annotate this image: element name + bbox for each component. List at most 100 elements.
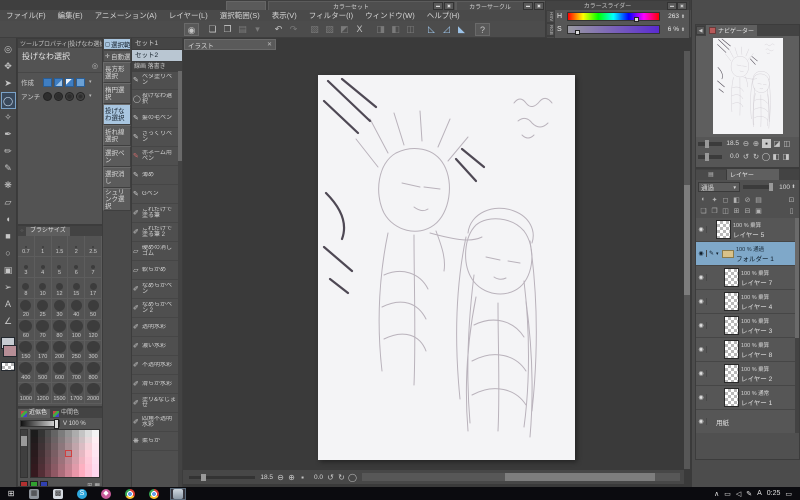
layer-select-tool[interactable]: ➢: [1, 279, 16, 296]
slider-track[interactable]: [567, 25, 660, 35]
brush-size-cell[interactable]: 40: [68, 299, 86, 320]
color-cell[interactable]: [58, 430, 65, 437]
color-cell[interactable]: [44, 443, 52, 451]
brush-size-cell[interactable]: 800: [85, 362, 102, 383]
color-cell[interactable]: [65, 450, 72, 457]
brush-size-cell[interactable]: 15: [68, 278, 86, 299]
actual-size-icon[interactable]: ◪: [772, 139, 782, 148]
color-cell[interactable]: [65, 463, 72, 471]
color-cell[interactable]: [44, 470, 52, 477]
menu-item-0[interactable]: ファイル(F): [0, 10, 52, 21]
menu-item-7[interactable]: ウィンドウ(W): [359, 10, 421, 21]
color-cell[interactable]: [51, 450, 59, 457]
color-mode-tab-hsv[interactable]: HSV: [546, 10, 555, 23]
subtool-item[interactable]: ✎ 薄め: [132, 166, 178, 185]
lock-layer-icon[interactable]: ◻: [720, 196, 731, 204]
brush-size-cell[interactable]: 0.7: [18, 236, 35, 257]
scrollbar-thumb[interactable]: [178, 71, 182, 161]
antialias-mid-icon[interactable]: [65, 91, 74, 101]
antialias-none-icon[interactable]: [43, 91, 52, 101]
hand-tool[interactable]: ✥: [1, 58, 16, 75]
help-icon[interactable]: ?: [475, 22, 490, 36]
subtool-item[interactable]: ✐ 滑らか水彩: [132, 375, 178, 394]
canvas-paper[interactable]: [318, 75, 575, 460]
fit-screen-icon[interactable]: ▪: [297, 473, 308, 482]
mode-select-from-icon[interactable]: [76, 77, 85, 87]
color-cell[interactable]: [51, 443, 59, 451]
color-cell[interactable]: [44, 436, 52, 444]
subtool-scrollbar[interactable]: [178, 71, 182, 487]
color-cell[interactable]: [71, 430, 79, 437]
subtool-item[interactable]: ✎ ざっくりペン: [132, 128, 178, 147]
subtool-item[interactable]: ✐ 濃い水彩: [132, 337, 178, 356]
color-cell[interactable]: [85, 463, 93, 471]
color-cell[interactable]: [65, 430, 72, 437]
color-cell[interactable]: [65, 456, 72, 464]
brush-size-cell[interactable]: 7: [85, 257, 102, 278]
brush-size-cell[interactable]: 400: [18, 362, 35, 383]
tray-volume-icon[interactable]: ◁: [736, 490, 741, 498]
document-tab[interactable]: イラスト ✕: [184, 39, 276, 50]
zoom-tool[interactable]: ◎: [1, 41, 16, 58]
layer-thumbnail[interactable]: [724, 316, 739, 335]
color-cell[interactable]: [65, 436, 72, 444]
layers-tab[interactable]: レイヤー: [727, 169, 779, 180]
subtool-item[interactable]: ❋ 柔らか: [132, 432, 178, 451]
ruler-tool[interactable]: ∠: [1, 313, 16, 330]
color-cell[interactable]: [51, 463, 59, 471]
layer-row[interactable]: ◉ 100 % 乗算 レイヤー 2: [696, 362, 795, 386]
subtool-item[interactable]: ✐ 不透明水彩: [132, 356, 178, 375]
opacity-slider[interactable]: [743, 183, 773, 191]
new-layer-icon[interactable]: ❏: [698, 207, 709, 215]
snap-ruler-icon[interactable]: ◨: [373, 23, 388, 36]
close-icon[interactable]: ▣: [534, 2, 544, 10]
menu-item-1[interactable]: 編集(E): [52, 10, 89, 21]
apply-mask-icon[interactable]: ▣: [753, 207, 764, 215]
color-cell[interactable]: [71, 436, 79, 444]
enable-mask-icon[interactable]: ⊘: [742, 196, 753, 204]
color-cell[interactable]: [58, 470, 65, 477]
color-cell[interactable]: [71, 456, 79, 464]
rotate-ccw-icon[interactable]: ↺: [741, 152, 751, 161]
invert-selection-icon[interactable]: ◩: [337, 23, 352, 36]
color-set-tab[interactable]: 中間色: [50, 409, 82, 418]
figure-tool[interactable]: ○: [1, 245, 16, 262]
tray-display-icon[interactable]: ▭: [724, 490, 731, 498]
color-cell[interactable]: [51, 436, 59, 444]
color-cell[interactable]: [92, 450, 99, 457]
redo-icon[interactable]: ↷: [286, 23, 301, 36]
slider-knob[interactable]: [575, 30, 581, 35]
color-cell[interactable]: [58, 436, 65, 444]
pen-tool[interactable]: ✒: [1, 126, 16, 143]
brush-size-cell[interactable]: 1700: [68, 383, 86, 404]
color-cell[interactable]: [58, 450, 65, 457]
subtool-item[interactable]: ✐ 塗り&なじませ: [132, 394, 178, 413]
color-cell[interactable]: [92, 456, 99, 464]
open-file-icon[interactable]: ❐: [220, 23, 235, 36]
eye-icon[interactable]: ◉: [696, 226, 707, 233]
reset-rotate-icon[interactable]: ◯: [761, 152, 771, 161]
brush-size-cell[interactable]: 100: [68, 320, 86, 341]
color-cell[interactable]: [78, 430, 86, 437]
navigator-preview-area[interactable]: [696, 36, 799, 137]
deselect-icon[interactable]: ▧: [307, 23, 322, 36]
transform-icon[interactable]: X: [352, 23, 367, 36]
color-cell[interactable]: [71, 470, 79, 477]
app-pin[interactable]: ◆: [98, 488, 114, 500]
color-cell[interactable]: [65, 470, 72, 477]
subtool-item[interactable]: ✎ 赤ネーム用ペン: [132, 147, 178, 166]
scrollbar-thumb[interactable]: [684, 184, 690, 295]
undo-icon[interactable]: ↶: [271, 23, 286, 36]
clip-to-layer-icon[interactable]: ◐: [698, 196, 709, 203]
color-cell[interactable]: [78, 470, 86, 477]
brush-size-cell[interactable]: 30: [51, 299, 69, 320]
color-slider-header[interactable]: カラースライダー ▬ ▣: [546, 1, 689, 10]
selection-tool-button[interactable]: シュリンク選択: [103, 188, 131, 211]
new-folder-icon[interactable]: ❐: [709, 207, 720, 215]
eye-icon[interactable]: ◉: [696, 346, 707, 353]
brush-size-tab[interactable]: ブラシサイズ: [26, 226, 70, 236]
color-cell[interactable]: [37, 436, 45, 444]
lock-transparent-icon[interactable]: ◧: [731, 196, 742, 204]
selection-tool-button[interactable]: 選択消し: [103, 167, 131, 188]
color-cell[interactable]: [85, 450, 93, 457]
